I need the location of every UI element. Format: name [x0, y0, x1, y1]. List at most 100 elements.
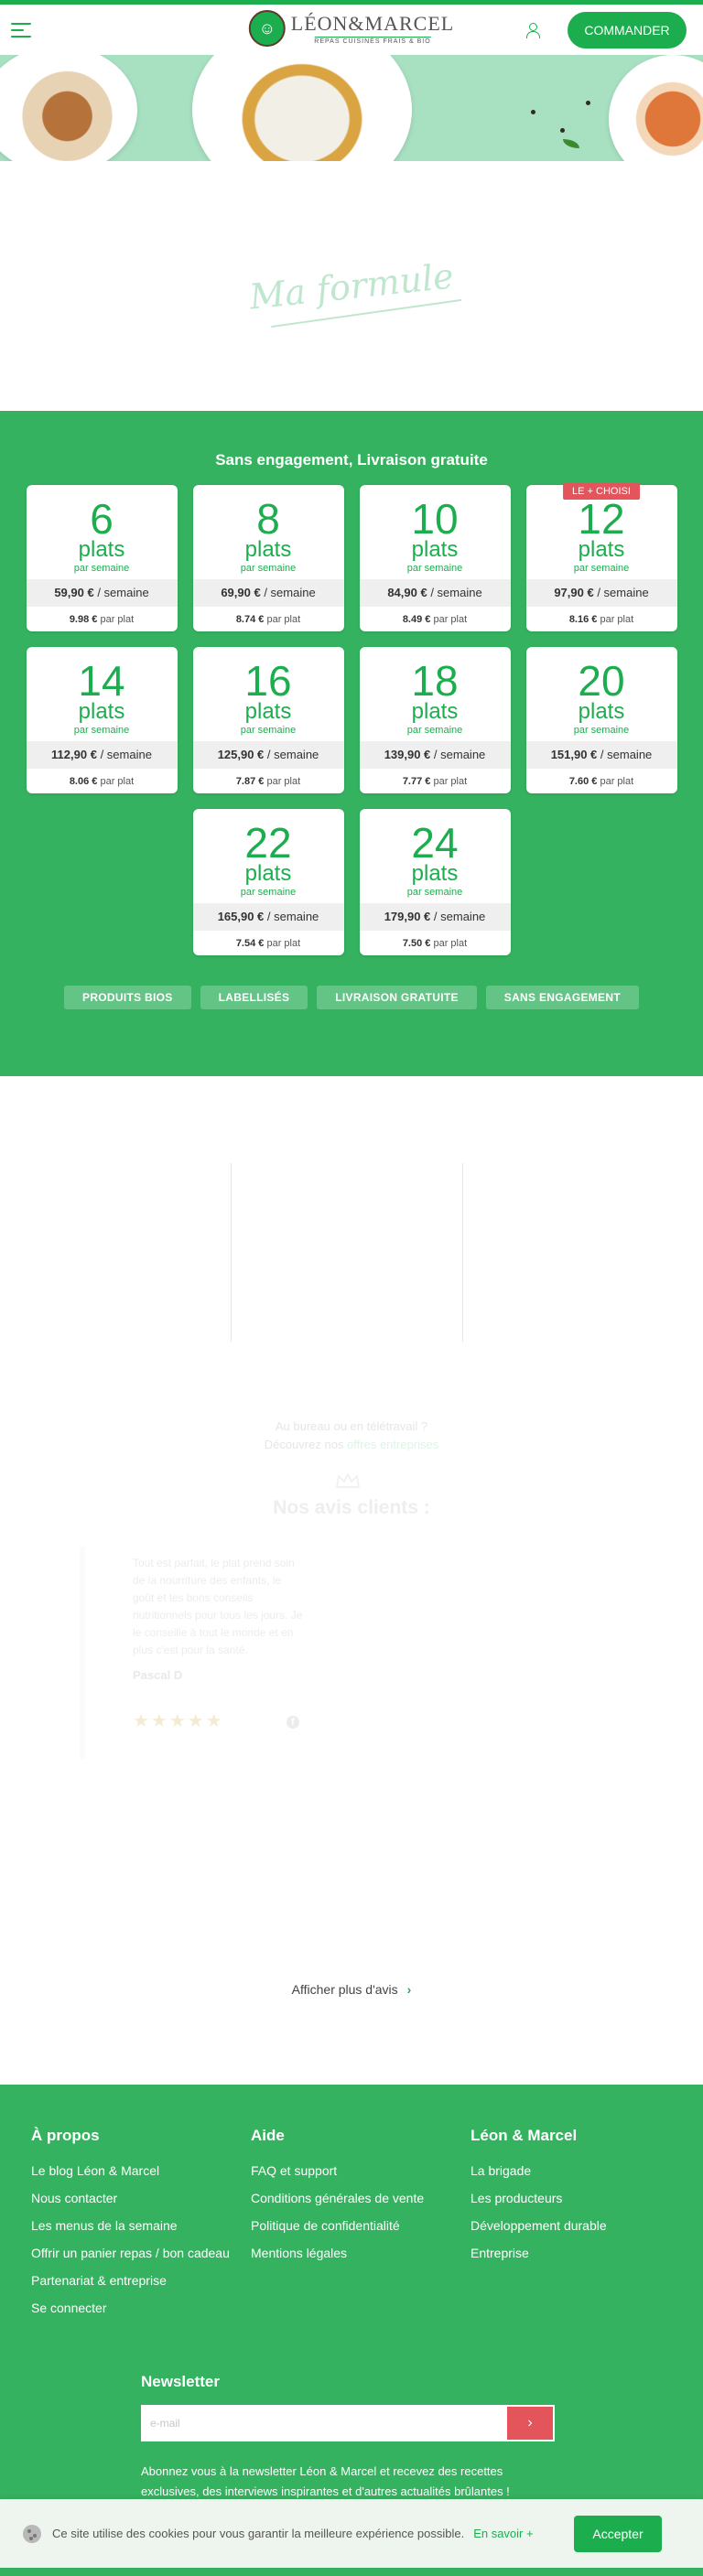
- unit-price-suffix: par plat: [433, 938, 468, 949]
- plan-card[interactable]: 24 plats par semaine 179,90 € / semaine 7.50…: [359, 809, 511, 955]
- pepper-decoration: [586, 101, 590, 105]
- unit-price-suffix: par plat: [600, 776, 634, 787]
- footer-link[interactable]: FAQ et support: [251, 2161, 470, 2180]
- footer-link[interactable]: Le blog Léon & Marcel: [31, 2161, 251, 2180]
- newsletter-email-input[interactable]: [141, 2405, 505, 2441]
- most-chosen-badge: LE + CHOISI: [563, 483, 640, 500]
- plan-card[interactable]: 8 plats par semaine 69,90 € / semaine 8.74 €…: [192, 485, 344, 631]
- plan-unit: plats: [78, 537, 125, 562]
- weekly-price-value: 112,90 €: [51, 748, 97, 761]
- weekly-price-value: 59,90 €: [54, 586, 94, 599]
- weekly-price-value: 69,90 €: [221, 586, 261, 599]
- plan-card[interactable]: 10 plats par semaine 84,90 € / semaine 8.49 …: [359, 485, 511, 631]
- footer-link[interactable]: Politique de confidentialité: [251, 2216, 470, 2235]
- cookie-accept-button[interactable]: Accepter: [574, 2515, 662, 2552]
- plan-count: 14: [78, 657, 125, 705]
- plan-frequency: par semaine: [573, 725, 630, 736]
- footer-link[interactable]: La brigade: [470, 2161, 690, 2180]
- weekly-price-value: 179,90 €: [384, 910, 431, 923]
- show-more-reviews-label: Afficher plus d'avis: [291, 1982, 398, 1997]
- footer-column: Aide FAQ et support Conditions générales d…: [251, 2127, 470, 2326]
- plan-unit-price: 7.50 € par plat: [360, 938, 511, 949]
- plan-frequency: par semaine: [73, 725, 130, 736]
- plan-card[interactable]: 18 plats par semaine 139,90 € / semaine 7.77…: [359, 647, 511, 793]
- footer-link[interactable]: Les menus de la semaine: [31, 2216, 251, 2235]
- footer-link[interactable]: Conditions générales de vente: [251, 2189, 470, 2207]
- unit-price-suffix: par plat: [100, 776, 135, 787]
- footer-column-title: Léon & Marcel: [470, 2127, 578, 2144]
- footer-link[interactable]: Mentions légales: [251, 2244, 470, 2262]
- feature-tags: PRODUITS BIOS LABELLISÉS LIVRAISON GRATUIT…: [0, 986, 703, 1009]
- newsletter-submit-button[interactable]: ›: [505, 2405, 555, 2441]
- plan-frequency: par semaine: [573, 563, 630, 574]
- menu-icon[interactable]: [11, 22, 31, 38]
- unit-price-value: 7.50 €: [402, 938, 431, 949]
- plan-weekly-price: 97,90 € / semaine: [525, 579, 677, 607]
- divider: [231, 1163, 232, 1342]
- unit-price-suffix: par plat: [433, 614, 468, 625]
- review-text: Tout est parfait, le plat prend soin de …: [133, 1557, 303, 1656]
- user-account-icon[interactable]: [525, 22, 540, 38]
- plan-unit-price: 7.60 € par plat: [526, 776, 677, 787]
- weekly-price-suffix: / semaine: [600, 748, 653, 761]
- facebook-icon: f: [287, 1716, 299, 1729]
- newsletter-description: Abonnez vous à la newsletter Léon & Marc…: [141, 2464, 510, 2498]
- plan-weekly-price: 69,90 € / semaine: [192, 579, 344, 607]
- plan-count: 16: [244, 657, 292, 705]
- weekly-price-suffix: / semaine: [266, 748, 319, 761]
- pepper-decoration: [531, 110, 535, 114]
- footer-link[interactable]: Développement durable: [470, 2216, 690, 2235]
- review-card: Tout est parfait, le plat prend soin de …: [80, 1547, 304, 1760]
- plan-card[interactable]: 14 plats par semaine 112,90 € / semaine 8.06…: [26, 647, 178, 793]
- site-logo[interactable]: ☺ LÉON&MARCEL REPAS CUISINÉS FRAIS & BIO: [248, 10, 454, 47]
- office-line: Au bureau ou en télétravail ?: [275, 1419, 428, 1433]
- plan-count: 6: [90, 495, 114, 543]
- order-button[interactable]: COMMANDER: [568, 11, 687, 49]
- plan-weekly-price: 151,90 € / semaine: [525, 741, 677, 769]
- business-offers-link[interactable]: offres entreprises: [347, 1438, 438, 1451]
- plan-unit-price: 8.16 € par plat: [526, 614, 677, 625]
- plan-card[interactable]: 16 plats par semaine 125,90 € / semaine 7.87…: [192, 647, 344, 793]
- plan-unit: plats: [244, 861, 292, 886]
- plan-weekly-price: 112,90 € / semaine: [26, 741, 178, 769]
- plan-card[interactable]: 20 plats par semaine 151,90 € / semaine 7.60…: [525, 647, 677, 793]
- cookie-icon: [23, 2524, 41, 2543]
- weekly-price-value: 151,90 €: [550, 748, 598, 761]
- weekly-price-suffix: / semaine: [97, 586, 149, 599]
- footer-link[interactable]: Offrir un panier repas / bon cadeau: [31, 2244, 251, 2262]
- plan-card[interactable]: 22 plats par semaine 165,90 € / semaine 7.54…: [192, 809, 344, 955]
- show-more-reviews-button[interactable]: Afficher plus d'avis ›: [0, 1982, 703, 1997]
- footer-link[interactable]: Entreprise: [470, 2244, 690, 2262]
- footer-column: Léon & Marcel La brigade Les producteurs Dé…: [470, 2127, 690, 2326]
- plan-unit: plats: [578, 537, 625, 562]
- pricing-section: Sans engagement, Livraison gratuite 6 pla…: [0, 411, 703, 1076]
- footer-link[interactable]: Les producteurs: [470, 2189, 690, 2207]
- plan-unit-price: 8.74 € par plat: [193, 614, 344, 625]
- plan-card[interactable]: 6 plats par semaine 59,90 € / semaine 9.98 €…: [26, 485, 178, 631]
- footer-link[interactable]: Partenariat & entreprise: [31, 2271, 251, 2290]
- feature-tag: LABELLISÉS: [200, 986, 308, 1009]
- plan-count: 8: [256, 495, 280, 543]
- footer-link[interactable]: Nous contacter: [31, 2189, 251, 2207]
- rating-stars: ★★★★★: [133, 1711, 224, 1731]
- unit-price-suffix: par plat: [600, 614, 634, 625]
- plan-frequency: par semaine: [406, 725, 463, 736]
- formula-section: Ma formule: [0, 161, 703, 411]
- unit-price-value: 9.98 €: [69, 614, 98, 625]
- unit-price-suffix: par plat: [266, 614, 301, 625]
- weekly-price-suffix: / semaine: [100, 748, 152, 761]
- weekly-price-value: 125,90 €: [217, 748, 265, 761]
- cookie-learn-more-link[interactable]: En savoir +: [473, 2527, 533, 2540]
- newsletter-title: Newsletter: [141, 2373, 220, 2390]
- plan-unit: plats: [244, 537, 292, 562]
- plan-weekly-price: 139,90 € / semaine: [359, 741, 511, 769]
- unit-price-suffix: par plat: [266, 776, 301, 787]
- plan-weekly-price: 165,90 € / semaine: [192, 903, 344, 931]
- cookie-banner: Ce site utilise des cookies pour vous ga…: [0, 2499, 703, 2568]
- unit-price-value: 7.77 €: [402, 776, 431, 787]
- plan-unit-price: 7.77 € par plat: [360, 776, 511, 787]
- plan-unit: plats: [411, 537, 459, 562]
- footer-link[interactable]: Se connecter: [31, 2299, 251, 2317]
- plan-card[interactable]: LE + CHOISI 12 plats par semaine 97,90 € / s…: [525, 483, 677, 631]
- weekly-price-suffix: / semaine: [266, 910, 319, 923]
